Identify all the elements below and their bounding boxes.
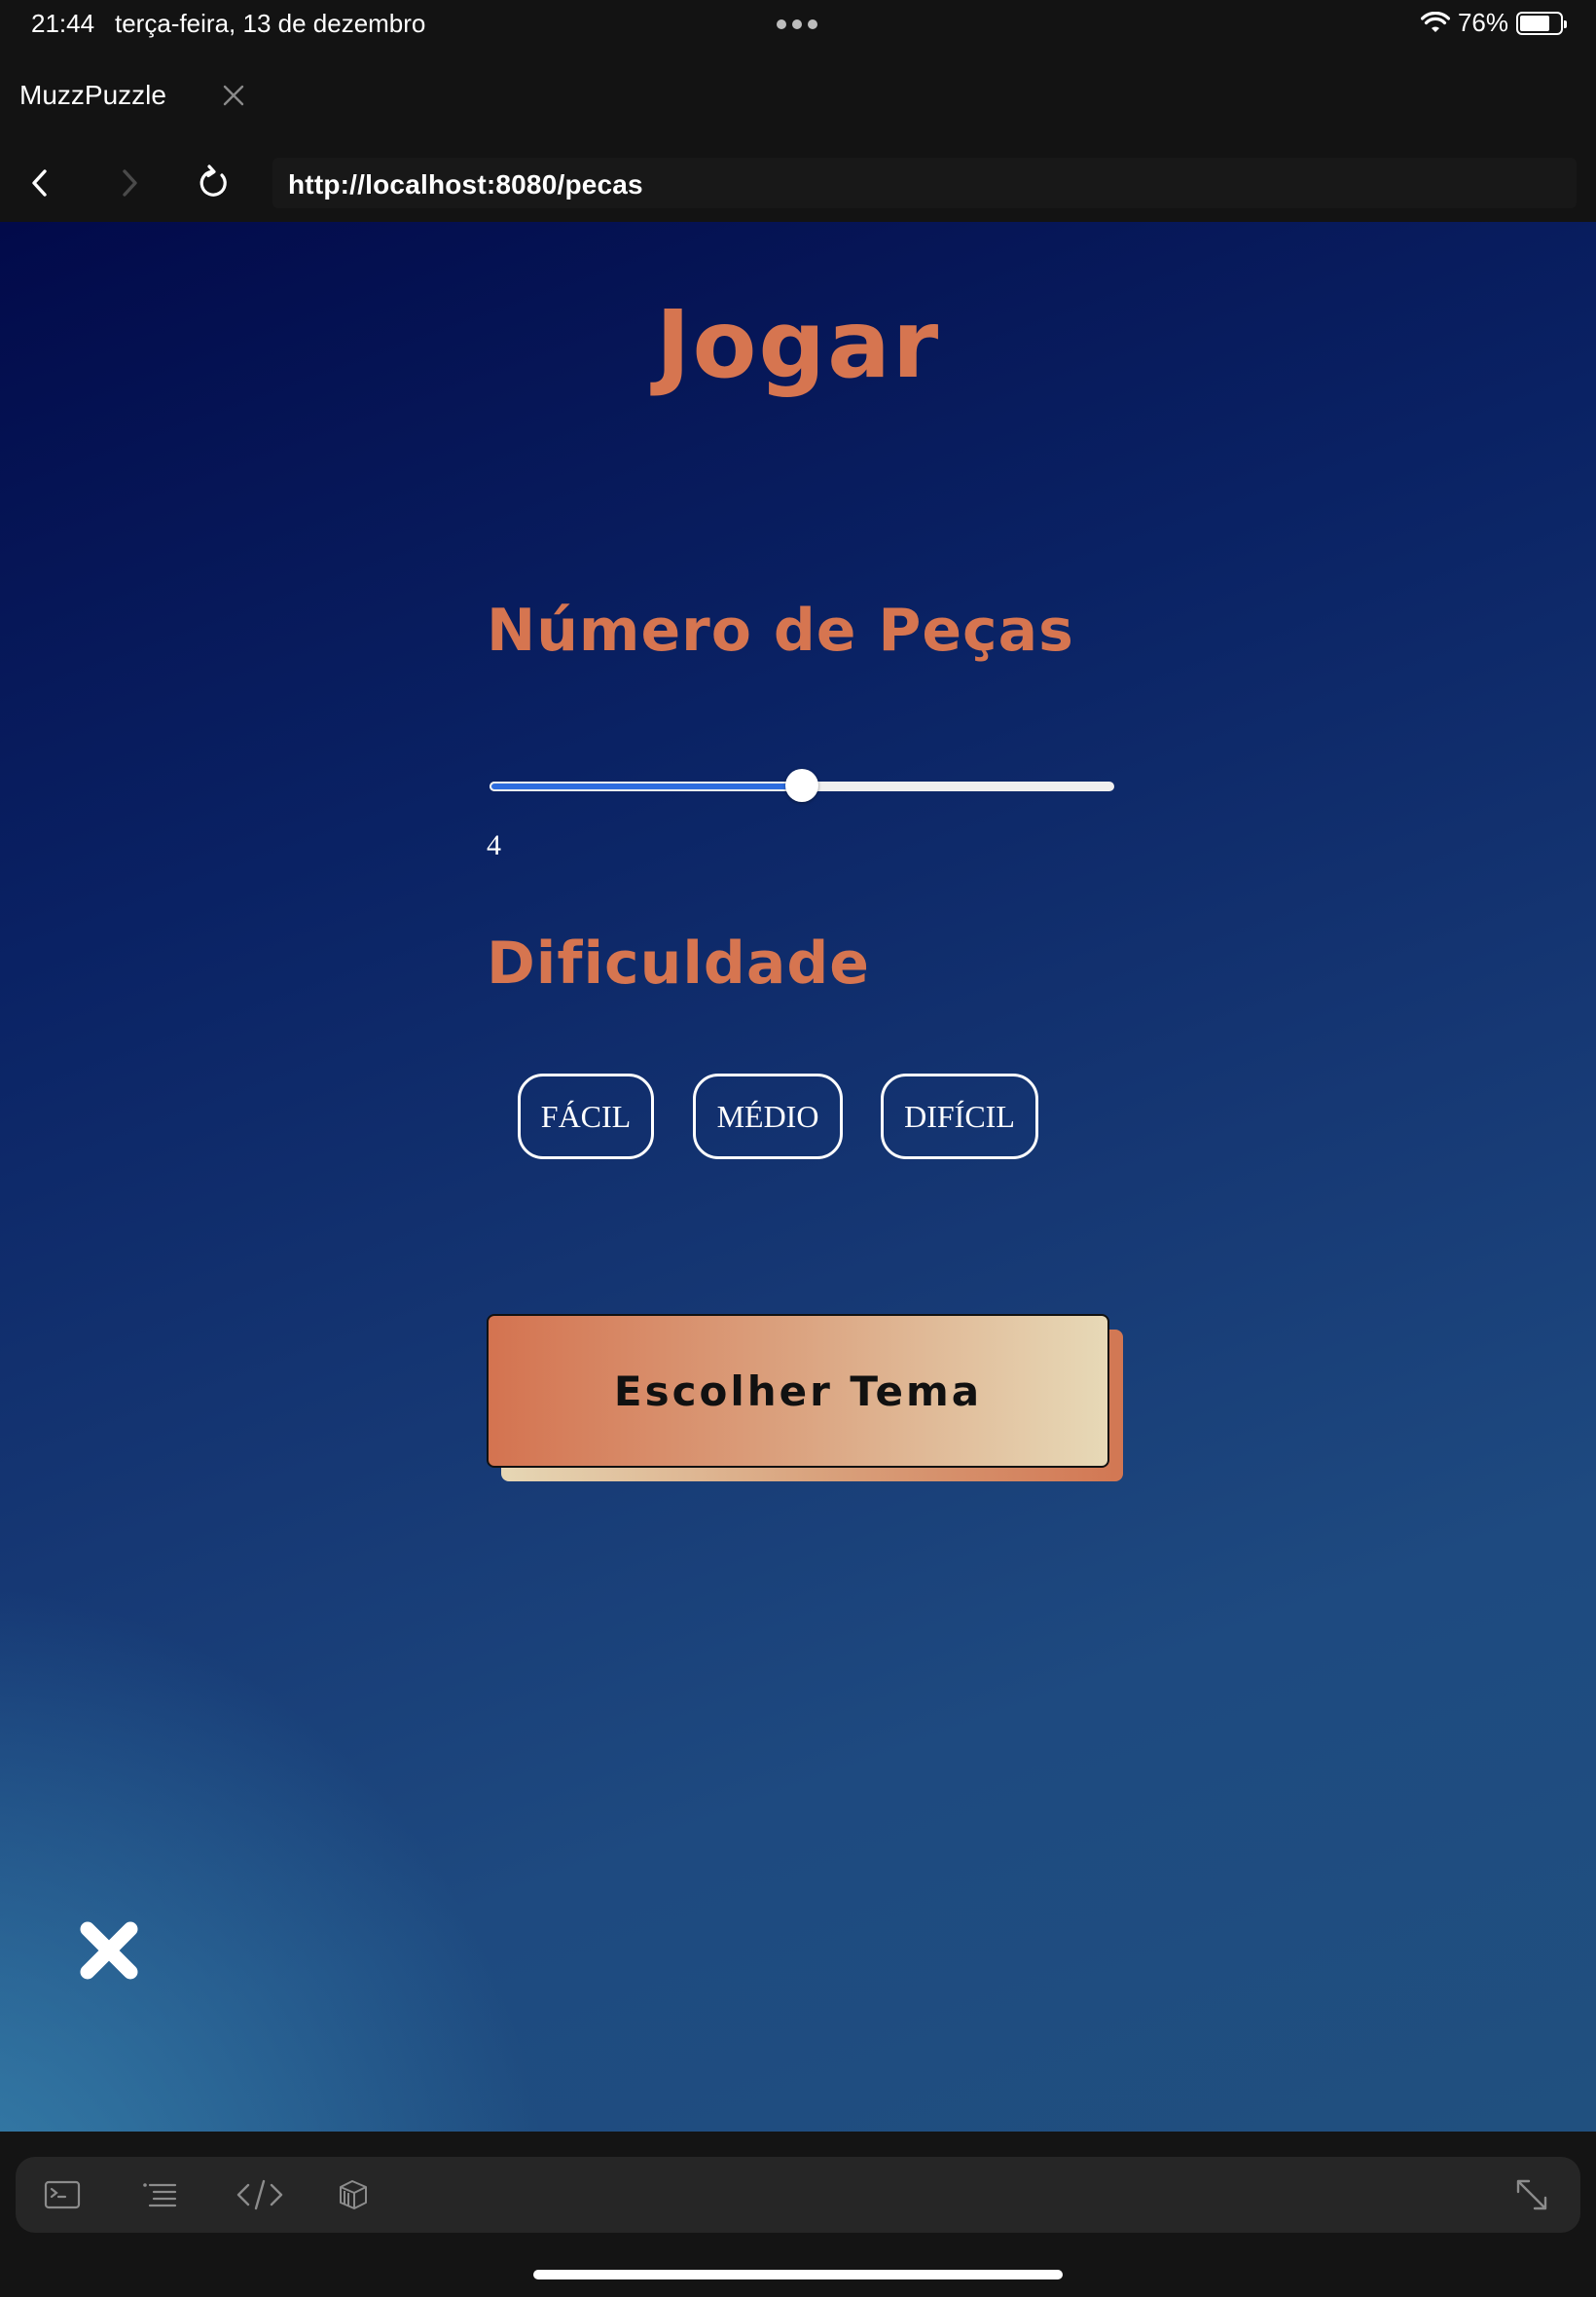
close-icon[interactable] [76,1917,142,1984]
choose-theme-wrapper: Escolher Tema [487,1314,1123,1481]
close-tab-icon[interactable] [216,78,251,113]
navigation-bar: http://localhost:8080/pecas [0,144,1596,222]
pieces-value: 4 [487,829,501,861]
battery-percent: 76% [1457,8,1508,37]
pieces-section-title: Número de Peças [487,597,1074,665]
difficulty-medium-button[interactable]: MÉDIO [693,1074,843,1159]
list-icon[interactable] [140,2175,179,2214]
code-icon[interactable] [235,2175,285,2214]
dev-toolbar [16,2157,1580,2233]
layers-icon[interactable] [333,2175,372,2214]
pieces-slider[interactable] [490,769,1114,802]
multitasking-dots-icon[interactable] [777,19,817,29]
slider-thumb[interactable] [785,769,818,802]
back-icon[interactable] [19,162,62,204]
tab-bar: MuzzPuzzle [0,49,1596,144]
battery-icon [1516,11,1567,35]
status-indicators: 76% [1420,8,1567,38]
status-date: terça-feira, 13 de dezembro [115,9,426,38]
bottom-area [0,2132,1596,2297]
tab-title[interactable]: MuzzPuzzle [19,80,166,111]
slider-fill [490,782,802,791]
terminal-icon[interactable] [43,2175,82,2214]
home-indicator[interactable] [533,2270,1063,2279]
wifi-icon [1420,11,1450,32]
url-field[interactable]: http://localhost:8080/pecas [272,158,1577,208]
forward-icon[interactable] [107,162,150,204]
expand-icon[interactable] [1512,2175,1551,2214]
difficulty-easy-button[interactable]: FÁCIL [518,1074,654,1159]
choose-theme-button[interactable]: Escolher Tema [487,1314,1109,1468]
page-title: Jogar [655,290,941,399]
difficulty-section-title: Dificuldade [487,930,870,998]
difficulty-hard-button[interactable]: DIFÍCIL [881,1074,1038,1159]
status-bar: 21:44 terça-feira, 13 de dezembro 76% [0,0,1596,49]
reload-icon[interactable] [193,162,236,204]
status-time: 21:44 [31,9,95,38]
url-text[interactable]: http://localhost:8080/pecas [288,169,643,201]
app-viewport: Jogar Número de Peças 4 Dificuldade FÁCI… [0,222,1596,2132]
